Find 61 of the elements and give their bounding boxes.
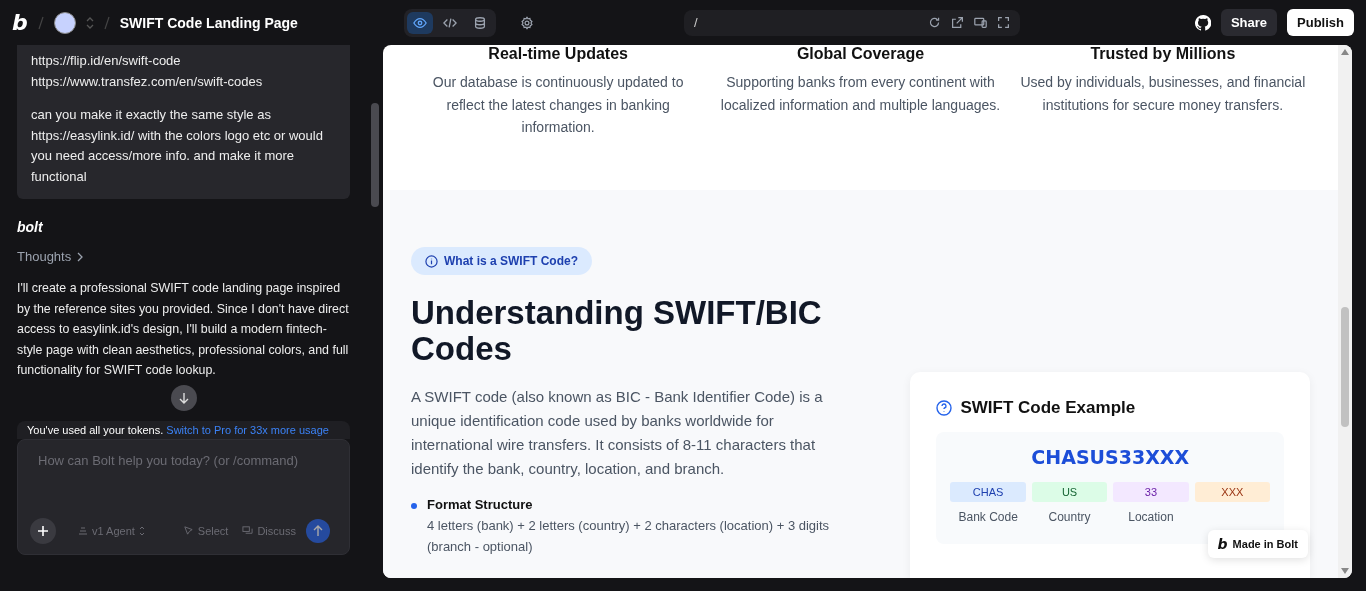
arrow-up-icon: [312, 524, 323, 537]
feature-title: Trusted by Millions: [1090, 45, 1236, 63]
feature-description: Used by individuals, businesses, and financial institutions for secure money transfers.: [1019, 73, 1306, 115]
bolt-logo[interactable]: b: [12, 10, 28, 35]
segment-label: Country: [1048, 510, 1091, 524]
url-bar[interactable]: /: [683, 9, 1020, 36]
chevron-updown-icon: [138, 525, 145, 536]
segment-label: Location: [1128, 510, 1174, 524]
breadcrumb-separator: [37, 15, 44, 30]
card-title: SWIFT Code Example: [960, 398, 1136, 418]
bullet-title: Format Structure: [427, 497, 534, 512]
feature-description: Our database is continuously updated to reflect the latest changes in banking information.: [431, 73, 685, 137]
made-in-bolt-badge[interactable]: b Made in Bolt: [1207, 530, 1308, 558]
breadcrumb-separator: [103, 15, 110, 30]
settings-icon[interactable]: [519, 15, 534, 30]
add-button[interactable]: [30, 517, 56, 544]
view-tab[interactable]: [406, 11, 433, 34]
help-icon: [936, 400, 953, 416]
scroll-up-icon[interactable]: [1341, 49, 1349, 55]
code-segment: US: [1031, 482, 1108, 502]
token-notice: You've used all your tokens. Switch to Pro for 33x more usage: [17, 420, 350, 439]
publish-button[interactable]: Publish: [1287, 9, 1354, 36]
segment-label: Bank Code: [958, 510, 1018, 524]
assistant-reply: I'll create a professional SWIFT code landing page inspired by the reference sites you provided. Since I don't have direct access to easylink.id's design, I'll build a modern fintech-style page with clean aesthetics, professional colors, and full functionality for SWIFT code lookup.: [17, 280, 350, 379]
message-text: can you make it exactly the same style as https://easylink.id/ with the colors logo etc or would you need access/more info. and make it more functional: [31, 106, 324, 186]
external-link-icon[interactable]: [950, 16, 964, 29]
bullet-dot: [411, 503, 417, 509]
code-segment: CHAS: [950, 482, 1026, 502]
scroll-down-button[interactable]: [170, 384, 197, 411]
section-badge: What is a SWIFT Code?: [411, 247, 592, 275]
scrollbar-thumb[interactable]: [1341, 306, 1349, 427]
feature-description: Supporting banks from every continent with localized information and multiple languages.: [719, 73, 1002, 115]
reload-icon[interactable]: [927, 16, 941, 29]
send-button[interactable]: [305, 518, 330, 543]
assistant-name: bolt: [17, 219, 44, 235]
share-button[interactable]: Share: [1220, 9, 1278, 36]
plus-icon: [37, 524, 49, 537]
scrollbar-thumb[interactable]: [371, 103, 379, 207]
swift-code: CHASUS33XXX: [1030, 446, 1191, 468]
upgrade-link[interactable]: Switch to Pro for 33x more usage: [166, 423, 329, 436]
thoughts-toggle[interactable]: Thoughts: [17, 249, 86, 264]
devices-icon[interactable]: [973, 16, 987, 29]
scroll-down-icon[interactable]: [1341, 568, 1349, 574]
section-heading: Understanding SWIFT/BIC Codes: [411, 295, 823, 367]
github-icon[interactable]: [1194, 14, 1211, 31]
feature-title: Global Coverage: [796, 45, 925, 63]
agent-icon: [78, 525, 88, 536]
database-icon: [472, 15, 487, 30]
section-paragraph: A SWIFT code (also known as BIC - Bank Identifier Code) is a unique identification code used by banks worldwide for international wire transfers. It consists of 8-11 characters that identify the bank, country, location, and branch.: [411, 387, 824, 479]
arrow-down-icon: [177, 391, 190, 404]
feature-title: Real-time Updates: [488, 45, 628, 63]
project-title: SWIFT Code Landing Page: [119, 14, 298, 31]
cursor-icon: [182, 525, 194, 536]
bullet-text: 4 letters (bank) + 2 letters (country) + 2 characters (location) + 3 digits (branch - optional): [427, 517, 831, 556]
eye-icon: [412, 15, 427, 30]
chevron-updown-icon[interactable]: [85, 16, 94, 29]
avatar[interactable]: [53, 11, 76, 34]
fullscreen-icon[interactable]: [996, 16, 1010, 29]
chat-icon: [242, 525, 254, 536]
code-segment: 33: [1113, 482, 1189, 502]
code-segment: XXX: [1194, 482, 1270, 502]
